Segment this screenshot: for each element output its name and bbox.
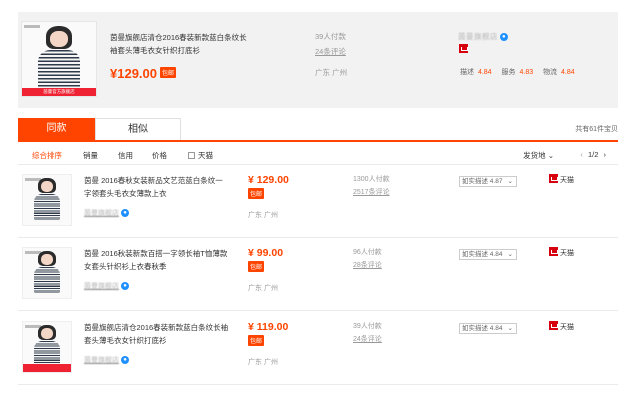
product-comments[interactable]: 24条评论 (353, 334, 382, 344)
result-row: 茵曼旗舰店清仓2016春装新款蓝白条纹长袖套头薄毛衣女针织打底衫 茵曼旗舰店 ● … (18, 313, 618, 385)
product-image[interactable] (22, 174, 72, 226)
source-product-price: ¥129.00 包邮 (110, 66, 177, 81)
wangwang-icon[interactable]: ● (500, 33, 508, 41)
tmall-filter[interactable]: 天猫 (188, 150, 213, 161)
source-product-location: 广东 广州 (315, 68, 348, 77)
sort-price[interactable]: 价格 (152, 150, 167, 161)
product-image[interactable] (22, 247, 72, 299)
wangwang-icon[interactable]: ● (121, 356, 129, 364)
result-row: 茵曼 2016秋装新款百搭一字领长袖T恤薄款女套头针织衫上衣春秋季 茵曼旗舰店 ●… (18, 239, 618, 311)
chevron-right-icon[interactable]: › (604, 150, 607, 159)
tmall-badge[interactable]: 天猫 (549, 321, 574, 332)
sort-credit[interactable]: 信用 (118, 150, 133, 161)
source-product-panel: 茵曼官方旗舰店 茵曼旗舰店清仓2016春装新款蓝白条纹长袖套头薄毛衣女针织打底衫… (18, 12, 618, 108)
product-title[interactable]: 茵曼 2016秋装新款百搭一字领长袖T恤薄款女套头针织衫上衣春秋季 (84, 247, 230, 273)
tab-similar[interactable]: 相似 (95, 118, 181, 140)
tab-bar: 同款 相似 共有61件宝贝 (18, 118, 618, 142)
source-shop-name[interactable]: 茵曼旗舰店 ● (458, 31, 508, 42)
shop-ratings: 描述 4.84 服务 4.83 物流 4.84 (460, 67, 581, 77)
rating-value: 4.84 (561, 69, 575, 76)
wangwang-icon[interactable]: ● (121, 209, 129, 217)
product-comments[interactable]: 28条评论 (353, 260, 382, 270)
shop-name[interactable]: 茵曼旗舰店 ● (84, 208, 129, 218)
sort-bar: 综合排序 销量 信用 价格 天猫 发货地 ⌄ ‹ 1/2 › (18, 143, 618, 165)
source-product-sales: 39人付款 (315, 32, 346, 41)
tmall-badge[interactable]: 天猫 (549, 174, 574, 185)
chevron-down-icon: ⌄ (507, 178, 513, 185)
free-shipping-badge: 包邮 (248, 335, 265, 346)
rating-select[interactable]: 如实描述 4.84 ⌄ (459, 249, 517, 260)
product-price: ¥ 99.00 (248, 247, 284, 259)
source-product-image[interactable]: 茵曼官方旗舰店 (21, 21, 97, 97)
tab-same-style[interactable]: 同款 (18, 118, 95, 140)
sort-comprehensive[interactable]: 综合排序 (32, 150, 62, 161)
chevron-left-icon[interactable]: ‹ (580, 150, 583, 159)
pager: ‹ 1/2 › (580, 150, 606, 159)
free-shipping-badge: 包邮 (248, 188, 265, 199)
wangwang-icon[interactable]: ● (121, 282, 129, 290)
free-shipping-badge: 包邮 (160, 67, 177, 78)
product-sales: 96人付款 (353, 249, 382, 256)
product-title[interactable]: 茵曼 2016春秋女装新品文艺范蓝白条纹一字领套头毛衣女薄款上衣 (84, 174, 230, 200)
product-image[interactable] (22, 321, 72, 373)
product-comments[interactable]: 2517条评论 (353, 187, 390, 197)
chevron-down-icon: ⌄ (547, 151, 554, 160)
tmall-icon (549, 174, 558, 183)
rating-select[interactable]: 如实描述 4.84 ⌄ (459, 323, 517, 334)
chevron-down-icon: ⌄ (507, 325, 513, 332)
tmall-icon (549, 247, 558, 256)
rating-value: 4.84 (477, 69, 492, 76)
tmall-icon (549, 321, 558, 330)
tmall-filter-label: 天猫 (198, 151, 213, 160)
free-shipping-badge: 包邮 (248, 261, 265, 272)
tmall-icon (459, 44, 468, 54)
source-product-comments[interactable]: 24条评论 (315, 46, 346, 57)
product-sales: 39人付款 (353, 323, 382, 330)
product-sales: 1300人付款 (353, 176, 390, 183)
rating-value: 4.83 (519, 69, 534, 76)
rating-select[interactable]: 如实描述 4.87 ⌄ (459, 176, 517, 187)
result-row: 茵曼 2016春秋女装新品文艺范蓝白条纹一字领套头毛衣女薄款上衣 茵曼旗舰店 ● … (18, 166, 618, 238)
shipping-origin-dropdown[interactable]: 发货地 ⌄ (523, 150, 554, 161)
product-location: 广东 广州 (248, 212, 278, 219)
tmall-checkbox[interactable] (188, 152, 195, 159)
shop-name[interactable]: 茵曼旗舰店 ● (84, 281, 129, 291)
price-value: ¥129.00 (110, 66, 157, 81)
sort-sales[interactable]: 销量 (83, 150, 98, 161)
page-indicator: 1/2 (587, 150, 599, 159)
rating-label: 物流 (543, 69, 558, 76)
product-price: ¥ 129.00 (248, 174, 289, 186)
source-product-title[interactable]: 茵曼旗舰店清仓2016春装新款蓝白条纹长袖套头薄毛衣女针织打底衫 (110, 31, 250, 57)
product-price: ¥ 119.00 (248, 321, 289, 333)
image-badge: 茵曼官方旗舰店 (22, 88, 96, 96)
result-count: 共有61件宝贝 (575, 126, 618, 133)
product-location: 广东 广州 (248, 285, 278, 292)
rating-label: 描述 (460, 69, 474, 76)
chevron-down-icon: ⌄ (507, 251, 513, 258)
product-location: 广东 广州 (248, 359, 278, 366)
tmall-badge[interactable]: 天猫 (549, 247, 574, 258)
shop-name[interactable]: 茵曼旗舰店 ● (84, 355, 129, 365)
product-title[interactable]: 茵曼旗舰店清仓2016春装新款蓝白条纹长袖套头薄毛衣女针织打底衫 (84, 321, 230, 347)
rating-label: 服务 (501, 69, 516, 76)
